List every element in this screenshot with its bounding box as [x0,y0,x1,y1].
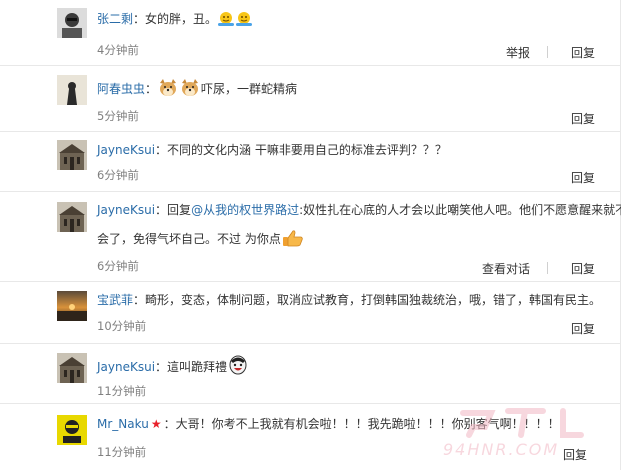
mention-link[interactable]: @从我的权世界路过 [191,203,299,217]
comment-text: ：女的胖，丑。 [133,12,218,26]
comment-time: 10分钟前 [97,319,147,333]
comment-text-continued: 吓尿，一群蛇精病 [201,82,298,96]
action-divider [547,262,548,274]
comment-time: 11分钟前 [97,445,147,459]
comment-text: ：這叫跪拜禮 [155,360,228,374]
avatar[interactable] [57,353,87,383]
action-divider [547,46,548,58]
comment-item: 张二剩：女的胖，丑。 4分钟前 举报 回复 [0,0,621,66]
reply-button[interactable]: 回复 [571,44,595,61]
avatar[interactable] [57,140,87,170]
comment-time: 6分钟前 [97,168,139,182]
username[interactable]: 张二剩 [97,12,133,26]
avatar[interactable] [57,415,87,445]
comment-text: ：回复 [155,203,192,217]
avatar[interactable] [57,291,87,321]
username[interactable]: 阿春虫虫 [97,82,145,96]
comment-text-line2: 会了，免得气坏自己。不过 为你点 [97,232,281,246]
doge-icon [158,79,178,102]
username[interactable]: Mr_Naku [97,417,149,431]
comment-text: ：不同的文化内涵 干嘛非要用自己的标准去评判？？？ [155,143,447,157]
username[interactable]: JayneKsui [97,360,155,374]
username[interactable]: 宝武菲 [97,293,133,307]
username[interactable]: JayneKsui [97,203,155,217]
watermark-logo: 94HNR.COM [413,405,613,460]
shrug-icon [218,11,235,32]
avatar[interactable] [57,8,87,38]
avatar[interactable] [57,75,87,105]
comment-item: 阿春虫虫： 吓尿，一群蛇精病 5分钟前 回复 [0,66,621,132]
avatar[interactable] [57,202,87,232]
comment-time: 6分钟前 [97,259,139,273]
comment-text: ：畸形，变态，体制问题，取消应试教育，打倒韩国独裁统治，哦，错了，韩国有民主。 [133,293,602,307]
view-conversation-button[interactable]: 查看对话 [482,260,530,277]
comment-item: JayneKsui：回复@从我的权世界路过:奴性扎在心底的人才会以此嘲笑他人吧。… [0,192,621,282]
watermark-text: 94HNR.COM [443,440,559,459]
comment-text: ： [145,82,158,96]
comment-time: 4分钟前 [97,43,139,57]
verified-star-icon: ★ [150,417,162,431]
doge-icon [180,79,200,102]
username[interactable]: JayneKsui [97,143,155,157]
reply-button[interactable]: 回复 [571,169,595,186]
report-button[interactable]: 举报 [506,44,530,61]
comment-item: 宝武菲：畸形，变态，体制问题，取消应试教育，打倒韩国独裁统治，哦，错了，韩国有民… [0,282,621,344]
thumbs-up-icon [282,229,304,252]
comment-time: 5分钟前 [97,109,139,123]
reply-button[interactable]: 回复 [571,110,595,127]
reply-button[interactable]: 回复 [571,320,595,337]
reply-button[interactable]: 回复 [571,260,595,277]
comment-item: JayneKsui：不同的文化内涵 干嘛非要用自己的标准去评判？？？ 6分钟前 … [0,132,621,192]
comment-text-continued: :奴性扎在心底的人才会以此嘲笑他人吧。他们不愿意醒来就不 [299,203,621,217]
comment-time: 11分钟前 [97,384,147,398]
comment-item: JayneKsui：這叫跪拜禮 11分钟前 [0,344,621,404]
laughing-face-icon [228,355,248,380]
shrug-icon [236,11,253,32]
